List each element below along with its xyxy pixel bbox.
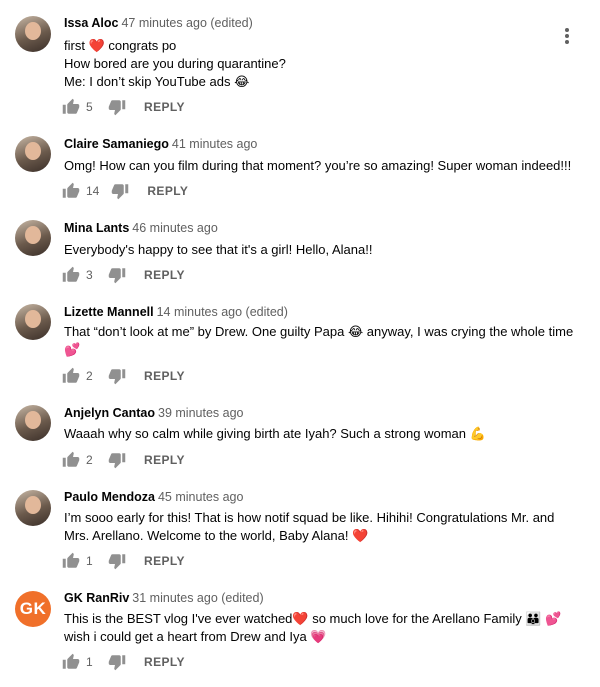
comment-header: Claire Samaniego 41 minutes ago bbox=[64, 137, 257, 151]
comment-line: Waaah why so calm while giving birth ate… bbox=[64, 426, 486, 441]
author-name[interactable]: Lizette Mannell bbox=[64, 305, 154, 319]
comment-line: Omg! How can you film during that moment… bbox=[64, 158, 572, 173]
like-count: 1 bbox=[86, 554, 93, 568]
reply-button[interactable]: REPLY bbox=[144, 268, 185, 282]
avatar[interactable] bbox=[15, 220, 51, 256]
comment-actions: 1 REPLY bbox=[62, 653, 185, 671]
author-name[interactable]: GK RanRiv bbox=[64, 591, 129, 605]
comment-header: Mina Lants 46 minutes ago bbox=[64, 221, 218, 235]
reply-button[interactable]: REPLY bbox=[144, 100, 185, 114]
comment-header: GK RanRiv 31 minutes ago (edited) bbox=[64, 591, 264, 605]
avatar[interactable]: GK bbox=[15, 591, 51, 627]
avatar[interactable] bbox=[15, 405, 51, 441]
thumbs-down-icon[interactable] bbox=[108, 98, 126, 116]
comment-line: I’m sooo early for this! That is how not… bbox=[64, 510, 555, 525]
like-count: 3 bbox=[86, 268, 93, 282]
comment-text: Waaah why so calm while giving birth ate… bbox=[64, 425, 574, 443]
avatar-initials: GK bbox=[19, 599, 47, 618]
thumbs-up-icon[interactable] bbox=[62, 653, 80, 671]
thumbs-down-icon[interactable] bbox=[108, 266, 126, 284]
like-count: 2 bbox=[86, 453, 93, 467]
thumbs-down-icon[interactable] bbox=[108, 451, 126, 469]
thumbs-up-icon[interactable] bbox=[62, 182, 80, 200]
timestamp[interactable]: 41 minutes ago bbox=[172, 137, 257, 151]
timestamp[interactable]: 45 minutes ago bbox=[158, 490, 243, 504]
timestamp[interactable]: 39 minutes ago bbox=[158, 406, 243, 420]
comment-line: 💕 bbox=[64, 342, 81, 357]
like-count: 14 bbox=[86, 184, 100, 198]
comment-text: I’m sooo early for this! That is how not… bbox=[64, 509, 574, 545]
timestamp[interactable]: 14 minutes ago (edited) bbox=[157, 305, 288, 319]
comment-line: Mrs. Arellano. Welcome to the world, Bab… bbox=[64, 528, 369, 543]
thumbs-down-icon[interactable] bbox=[108, 552, 126, 570]
comment-actions: 2 REPLY bbox=[62, 451, 185, 469]
avatar[interactable] bbox=[15, 490, 51, 526]
avatar[interactable] bbox=[15, 16, 51, 52]
reply-button[interactable]: REPLY bbox=[147, 184, 188, 198]
like-count: 5 bbox=[86, 100, 93, 114]
avatar[interactable] bbox=[15, 304, 51, 340]
reply-button[interactable]: REPLY bbox=[144, 369, 185, 383]
comment-actions: 3 REPLY bbox=[62, 266, 185, 284]
comment-header: Paulo Mendoza 45 minutes ago bbox=[64, 490, 243, 504]
timestamp[interactable]: 31 minutes ago (edited) bbox=[132, 591, 263, 605]
reply-button[interactable]: REPLY bbox=[144, 655, 185, 669]
author-name[interactable]: Claire Samaniego bbox=[64, 137, 169, 151]
comment-line: Me: I don’t skip YouTube ads 😂 bbox=[64, 74, 250, 89]
comment-text: Omg! How can you film during that moment… bbox=[64, 157, 574, 175]
avatar[interactable] bbox=[15, 136, 51, 172]
comment-line: That “don’t look at me” by Drew. One gui… bbox=[64, 324, 574, 339]
comment-text: That “don’t look at me” by Drew. One gui… bbox=[64, 323, 574, 359]
comment-line: first ❤️ congrats po bbox=[64, 38, 177, 53]
comment-line: How bored are you during quarantine? bbox=[64, 56, 286, 71]
more-actions-icon[interactable] bbox=[564, 28, 570, 44]
comment-actions: 14 REPLY bbox=[62, 182, 188, 200]
thumbs-down-icon[interactable] bbox=[108, 367, 126, 385]
thumbs-down-icon[interactable] bbox=[108, 653, 126, 671]
comment-line: This is the BEST vlog I've ever watched❤… bbox=[64, 611, 562, 626]
timestamp[interactable]: 47 minutes ago (edited) bbox=[121, 16, 252, 30]
author-name[interactable]: Paulo Mendoza bbox=[64, 490, 155, 504]
comment-header: Lizette Mannell 14 minutes ago (edited) bbox=[64, 305, 288, 319]
thumbs-up-icon[interactable] bbox=[62, 367, 80, 385]
comment-text: This is the BEST vlog I've ever watched❤… bbox=[64, 610, 574, 646]
comment-line: wish i could get a heart from Drew and I… bbox=[64, 629, 327, 644]
thumbs-down-icon[interactable] bbox=[111, 182, 129, 200]
author-name[interactable]: Issa Aloc bbox=[64, 16, 118, 30]
comment-text: Everybody's happy to see that it's a gir… bbox=[64, 241, 574, 259]
like-count: 2 bbox=[86, 369, 93, 383]
thumbs-up-icon[interactable] bbox=[62, 552, 80, 570]
reply-button[interactable]: REPLY bbox=[144, 554, 185, 568]
comment-text: first ❤️ congrats po How bored are you d… bbox=[64, 37, 574, 91]
like-count: 1 bbox=[86, 655, 93, 669]
comment-header: Issa Aloc 47 minutes ago (edited) bbox=[64, 16, 253, 30]
comment-header: Anjelyn Cantao 39 minutes ago bbox=[64, 406, 243, 420]
comment-line: Everybody's happy to see that it's a gir… bbox=[64, 242, 373, 257]
comment-actions: 2 REPLY bbox=[62, 367, 185, 385]
thumbs-up-icon[interactable] bbox=[62, 451, 80, 469]
reply-button[interactable]: REPLY bbox=[144, 453, 185, 467]
author-name[interactable]: Anjelyn Cantao bbox=[64, 406, 155, 420]
comment-actions: 1 REPLY bbox=[62, 552, 185, 570]
timestamp[interactable]: 46 minutes ago bbox=[132, 221, 217, 235]
thumbs-up-icon[interactable] bbox=[62, 98, 80, 116]
thumbs-up-icon[interactable] bbox=[62, 266, 80, 284]
author-name[interactable]: Mina Lants bbox=[64, 221, 129, 235]
comment-actions: 5 REPLY bbox=[62, 98, 185, 116]
